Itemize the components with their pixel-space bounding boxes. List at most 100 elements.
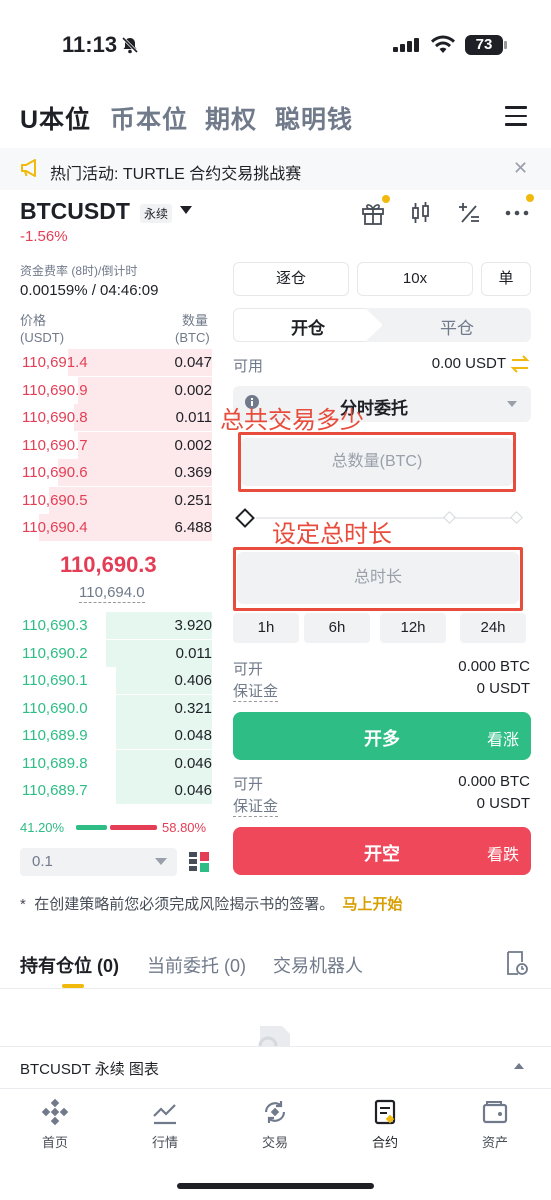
quantity: 0.369 (174, 464, 212, 481)
close-icon[interactable]: ✕ (513, 158, 528, 179)
order-history-icon[interactable] (505, 950, 529, 976)
duration-24h[interactable]: 24h (460, 613, 526, 643)
tab-trading-bots[interactable]: 交易机器人 (273, 952, 363, 978)
slider-step[interactable] (510, 511, 523, 524)
bid-row[interactable]: 110,690.0 0.321 (20, 694, 212, 722)
quantity: 0.046 (174, 754, 212, 772)
chevron-down-icon[interactable] (507, 401, 517, 407)
bid-row[interactable]: 110,690.2 0.011 (20, 639, 212, 667)
precision-select[interactable]: 0.1 (20, 848, 177, 876)
quantity: 0.046 (174, 782, 212, 799)
quantity: 0.011 (175, 409, 212, 426)
margin-value: 0 USDT (476, 795, 530, 812)
ask-row[interactable]: 110,691.4 0.047 (20, 349, 212, 376)
margin-label[interactable]: 保证金 (233, 680, 279, 702)
tabbar-assets[interactable]: 资产 (455, 1098, 535, 1151)
quantity: 0.406 (174, 672, 212, 689)
price: 110,689.8 (22, 754, 88, 772)
highlight-box (233, 547, 523, 611)
tab-positions[interactable]: 持有仓位 (0) (20, 952, 119, 978)
transfer-icon[interactable] (510, 355, 530, 373)
ask-row[interactable]: 110,690.8 0.011 (20, 404, 212, 431)
battery-indicator: 73 (465, 35, 503, 55)
more-icon[interactable] (504, 200, 530, 226)
duration-12h[interactable]: 12h (380, 613, 446, 643)
slider-step[interactable] (443, 511, 456, 524)
bid-row[interactable]: 110,689.9 0.048 (20, 722, 212, 749)
candlestick-chart-icon[interactable] (408, 200, 434, 226)
tabbar-home[interactable]: 首页 (15, 1098, 95, 1151)
notification-dot (382, 195, 390, 203)
tabbar-futures-label: 合约 (371, 1135, 398, 1150)
duration-1h[interactable]: 1h (233, 613, 299, 643)
open-short-sub: 看跌 (486, 847, 519, 864)
ask-row[interactable]: 110,690.4 6.488 (20, 514, 212, 541)
tab-options[interactable]: 期权 (205, 100, 257, 136)
position-mode-button[interactable]: 单 (481, 262, 531, 296)
chevron-up-icon[interactable] (514, 1063, 524, 1069)
mark-price[interactable]: 110,694.0 (79, 584, 145, 603)
price-change: -1.56% (20, 228, 68, 245)
tab-coinm[interactable]: 币本位 (110, 100, 188, 136)
buy-ratio: 41.20% (20, 820, 65, 835)
trade-swap-icon (264, 1101, 286, 1123)
megaphone-icon (21, 159, 36, 177)
battery-tip (504, 41, 507, 49)
hamburger-menu-icon[interactable] (505, 106, 527, 132)
bid-row[interactable]: 110,690.3 3.920 (20, 612, 212, 639)
tab-open-orders[interactable]: 当前委托 (0) (147, 952, 246, 978)
tab-smart-money[interactable]: 聪明钱 (275, 100, 353, 136)
ask-row[interactable]: 110,690.5 0.251 (20, 486, 212, 514)
margin-mode-button[interactable]: 逐仓 (233, 262, 349, 296)
price: 110,690.8 (22, 409, 88, 426)
sell-ratio: 58.80% (162, 820, 207, 835)
price: 110,689.9 (22, 727, 88, 744)
gift-icon[interactable] (360, 200, 386, 226)
futures-document-icon (374, 1099, 396, 1125)
funding-rate-label[interactable]: 资金费率 (8时)/倒计时 (20, 262, 137, 279)
ask-row[interactable]: 110,690.6 0.369 (20, 459, 212, 486)
duration-6h[interactable]: 6h (304, 613, 370, 643)
open-long-button[interactable]: 开多 看涨 (233, 712, 531, 760)
price: 110,690.7 (22, 436, 88, 454)
chart-footer-text[interactable]: BTCUSDT 永续 图表 (20, 1058, 159, 1079)
bid-row[interactable]: 110,690.1 0.406 (20, 667, 212, 694)
markets-chart-icon (153, 1104, 176, 1125)
quantity: 0.048 (174, 727, 212, 744)
quantity: 6.488 (174, 519, 212, 536)
quantity: 0.002 (174, 436, 212, 454)
tabbar-trade[interactable]: 交易 (235, 1098, 315, 1151)
wifi-icon (431, 35, 455, 53)
contract-type-badge: 永续 (140, 204, 173, 223)
leverage-button[interactable]: 10x (357, 262, 473, 296)
open-short-button[interactable]: 开空 看跌 (233, 827, 531, 875)
tabbar-futures[interactable]: 合约 (345, 1098, 425, 1151)
ask-row[interactable]: 110,690.7 0.002 (20, 431, 212, 459)
notice-prefix: * (20, 896, 26, 913)
status-time: 11:13 (62, 32, 118, 57)
bid-row[interactable]: 110,689.7 0.046 (20, 777, 212, 804)
chevron-down-icon[interactable] (155, 858, 167, 865)
symbol-name[interactable]: BTCUSDT (20, 198, 130, 225)
slider-thumb[interactable] (235, 508, 255, 528)
notice-text: 在创建策略前您必须完成风险揭示书的签署。 (34, 896, 335, 913)
funding-rate-value: 0.00159% / 04:46:09 (20, 282, 159, 299)
tab-usdm[interactable]: U本位 (20, 100, 91, 136)
price-unit: (USDT) (20, 330, 65, 345)
tab-open-position[interactable]: 开仓 (233, 314, 383, 339)
margin-label[interactable]: 保证金 (233, 795, 279, 817)
tab-close-position[interactable]: 平仓 (383, 314, 531, 339)
bid-row[interactable]: 110,689.8 0.046 (20, 749, 212, 777)
available-label: 可用 (233, 358, 264, 375)
ask-row[interactable]: 110,690.9 0.002 (20, 376, 212, 404)
available-value: 0.00 USDT (431, 355, 506, 372)
divider (0, 1088, 551, 1089)
quantity: 0.002 (174, 381, 212, 399)
banner-text[interactable]: 热门活动: TURTLE 合约交易挑战赛 (50, 160, 301, 184)
book-layout-icon[interactable] (188, 851, 210, 873)
chevron-down-icon[interactable] (180, 206, 192, 214)
start-now-link[interactable]: 马上开始 (343, 896, 403, 913)
tabbar-markets[interactable]: 行情 (125, 1098, 205, 1151)
divider (0, 988, 551, 989)
calculator-icon[interactable] (456, 200, 482, 226)
